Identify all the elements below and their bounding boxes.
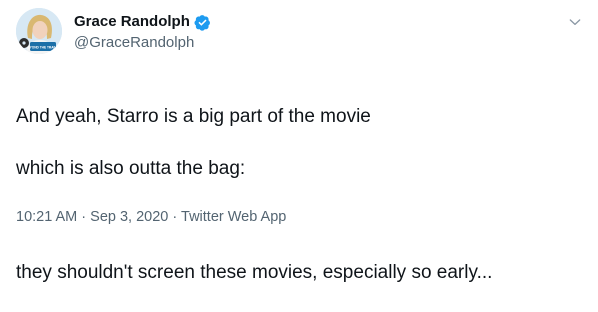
author-handle[interactable]: @GraceRandolph xyxy=(74,33,194,53)
tweet-metadata: 10:21 AM · Sep 3, 2020 · Twitter Web App xyxy=(16,207,286,227)
tweet-source[interactable]: Twitter Web App xyxy=(181,209,286,225)
avatar-badge-text: BEYOND THE TRAILER xyxy=(25,46,61,50)
author-name-row: Grace Randolph xyxy=(74,12,211,32)
verified-badge-icon xyxy=(194,14,211,31)
tweet-text-line: they shouldn't screen these movies, espe… xyxy=(16,262,493,283)
tweet-text: And yeah, Starro is a big part of the mo… xyxy=(16,78,586,312)
display-name[interactable]: Grace Randolph xyxy=(74,12,190,32)
tweet-text-line: And yeah, Starro is a big part of the mo… xyxy=(16,106,371,127)
tweet-card: BEYOND THE TRAILER Grace Randolph @Grace… xyxy=(0,0,598,283)
meta-separator: · xyxy=(172,209,182,225)
chevron-down-icon[interactable] xyxy=(565,12,585,32)
meta-separator: · xyxy=(81,209,91,225)
tweet-text-line: which is also outta the bag: xyxy=(16,158,246,179)
avatar[interactable]: BEYOND THE TRAILER xyxy=(16,8,62,54)
tweet-time[interactable]: 10:21 AM xyxy=(16,209,77,225)
tweet-date[interactable]: Sep 3, 2020 xyxy=(90,209,168,225)
